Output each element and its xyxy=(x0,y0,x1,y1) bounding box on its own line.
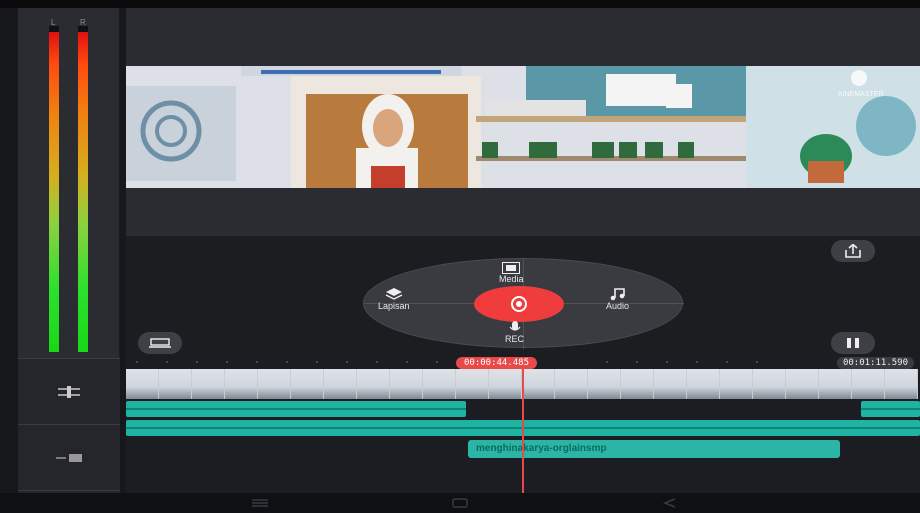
video-frame-image: KINEMASTER xyxy=(126,66,920,188)
ruler-tick xyxy=(166,361,168,363)
clip-thumbnail xyxy=(852,369,885,399)
film-icon xyxy=(502,262,521,274)
ruler-tick xyxy=(436,361,438,363)
ruler-tick xyxy=(226,361,228,363)
ruler-tick xyxy=(256,361,258,363)
adjust-button[interactable] xyxy=(18,359,120,425)
clip-thumbnail xyxy=(159,369,192,399)
left-tools xyxy=(18,358,120,493)
layers-icon xyxy=(385,288,403,300)
audio-label: Audio xyxy=(606,301,630,311)
left-panel: L R xyxy=(18,8,120,493)
clip-thumbnail xyxy=(324,369,357,399)
ruler-tick xyxy=(756,361,758,363)
current-time: 00:00:44.485 xyxy=(456,357,538,369)
layer-label: Lapisan xyxy=(378,301,410,311)
ruler-tick xyxy=(376,361,378,363)
rec-label: REC xyxy=(505,334,525,344)
ruler-tick xyxy=(346,361,348,363)
preview-area: KINEMASTER xyxy=(126,8,920,236)
music-note-icon xyxy=(610,288,625,301)
ruler-tick xyxy=(666,361,668,363)
watermark-text: KINEMASTER xyxy=(838,91,884,98)
clip-thumbnail xyxy=(654,369,687,399)
action-wheel: Media Lapisan Audio REC xyxy=(363,258,684,349)
clip-thumbnail xyxy=(621,369,654,399)
rec-voice-button[interactable]: REC xyxy=(505,321,524,344)
back-icon[interactable] xyxy=(660,498,680,508)
pause-button[interactable] xyxy=(831,332,875,354)
media-button[interactable]: Media xyxy=(499,262,524,284)
audio-clip-2[interactable] xyxy=(861,401,920,417)
ruler-tick xyxy=(636,361,638,363)
clip-thumbnail xyxy=(687,369,720,399)
clip-thumbnail xyxy=(126,369,159,399)
system-nav-bar xyxy=(0,493,920,513)
adjust-icon xyxy=(58,385,80,398)
clip-thumbnail xyxy=(489,369,522,399)
clip-thumbnail xyxy=(720,369,753,399)
clip-thumbnail xyxy=(522,369,555,399)
media-label: Media xyxy=(499,274,524,284)
waveform xyxy=(126,408,466,410)
screen-button[interactable] xyxy=(138,332,182,354)
clip-thumbnail xyxy=(588,369,621,399)
screen-icon xyxy=(149,338,171,348)
clip-thumbnail xyxy=(192,369,225,399)
video-preview[interactable]: KINEMASTER xyxy=(126,66,920,188)
share-button[interactable] xyxy=(831,240,875,262)
clip-thumbnail xyxy=(786,369,819,399)
camera-shutter-icon xyxy=(511,296,527,312)
audio-button[interactable]: Audio xyxy=(606,287,629,311)
clip-thumbnail xyxy=(225,369,258,399)
ruler-tick xyxy=(286,361,288,363)
clip-thumbnail xyxy=(885,369,918,399)
app-window: L R KINEMASTER Media Lapisan Audio REC 0… xyxy=(0,0,920,513)
text-clip-label: menghinakarya-orglainsmp xyxy=(476,443,607,454)
clip-thumbnail xyxy=(357,369,390,399)
clip-thumbnail xyxy=(819,369,852,399)
ruler-tick xyxy=(606,361,608,363)
pause-icon xyxy=(847,338,859,348)
edit-controls: Media Lapisan Audio REC xyxy=(126,236,920,356)
clip-thumbnail xyxy=(291,369,324,399)
clip-thumbnail xyxy=(258,369,291,399)
ruler-tick xyxy=(406,361,408,363)
timeline[interactable]: 00:00:44.485 00:01:11.590 menghinakarya-… xyxy=(126,356,920,493)
ruler-tick xyxy=(316,361,318,363)
clip-thumbnail xyxy=(423,369,456,399)
ruler-tick xyxy=(136,361,138,363)
ruler-tick xyxy=(726,361,728,363)
clip-thumbnail xyxy=(390,369,423,399)
clip-thumbnail xyxy=(555,369,588,399)
clip-thumbnail xyxy=(456,369,489,399)
playhead[interactable] xyxy=(522,366,524,493)
microphone-icon xyxy=(509,321,520,331)
menu-icon[interactable] xyxy=(250,498,270,508)
track-button[interactable] xyxy=(18,425,120,491)
track-icon xyxy=(56,453,82,462)
audio-level-meter: L R xyxy=(18,8,120,358)
record-button[interactable] xyxy=(474,286,564,322)
home-icon[interactable] xyxy=(450,498,470,508)
audio-clip-1[interactable] xyxy=(126,401,466,417)
ruler-tick xyxy=(196,361,198,363)
share-icon xyxy=(845,244,861,258)
ruler-tick xyxy=(696,361,698,363)
layer-button[interactable]: Lapisan xyxy=(378,287,410,311)
status-strip xyxy=(0,0,920,8)
meter-left-bar xyxy=(49,32,59,352)
waveform xyxy=(861,408,920,410)
total-time: 00:01:11.590 xyxy=(836,357,914,369)
meter-right-bar xyxy=(78,32,88,352)
clip-thumbnail xyxy=(753,369,786,399)
